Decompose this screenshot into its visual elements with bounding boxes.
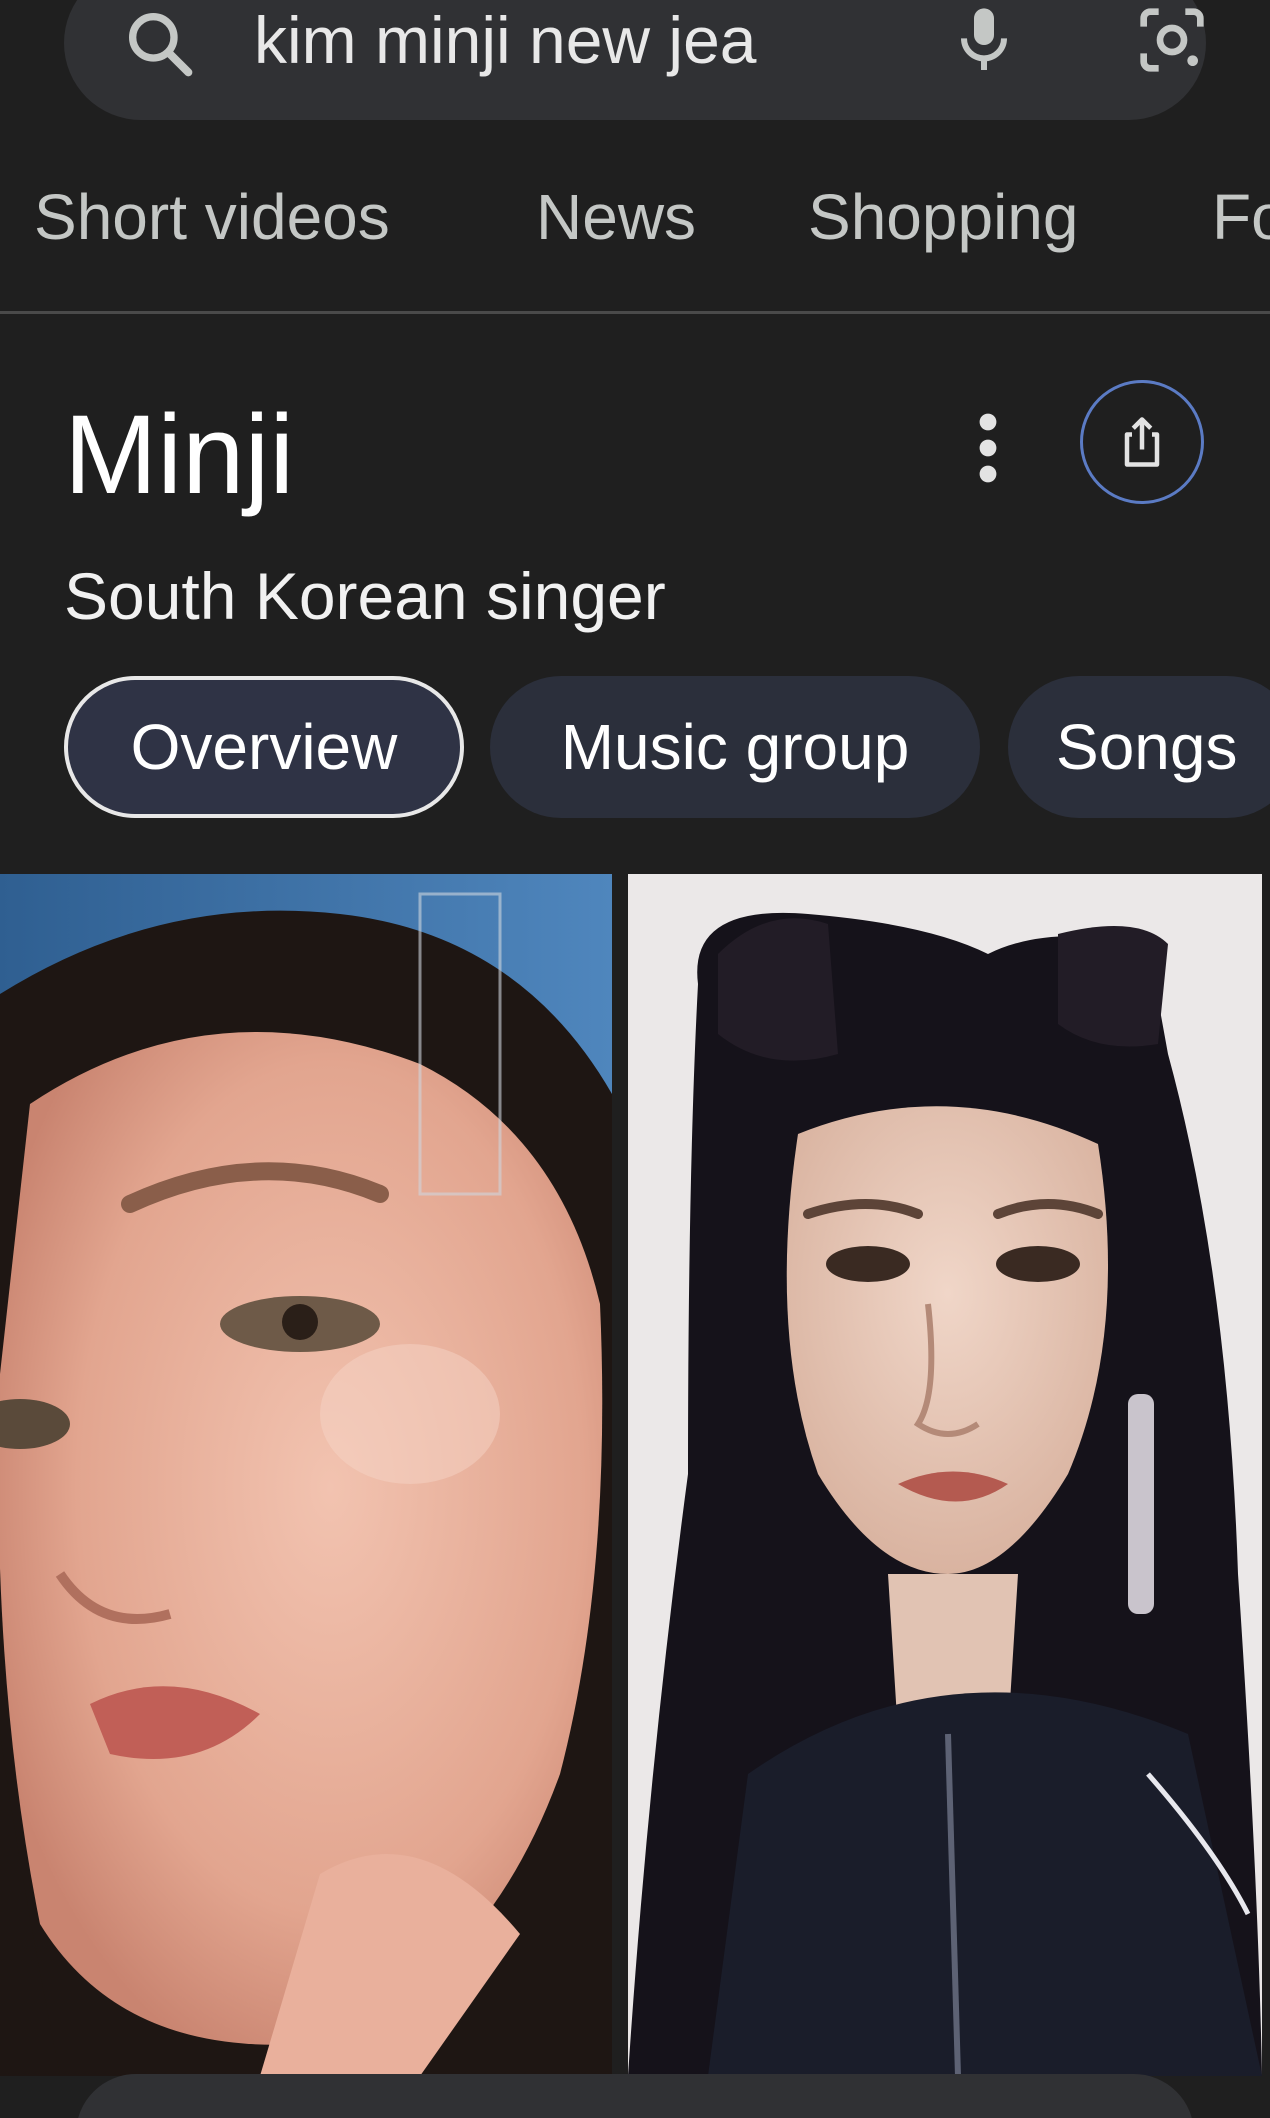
search-results-page: kim minji new jea Short videos News Shop…: [0, 0, 1270, 2118]
more-options-icon[interactable]: [968, 410, 1008, 486]
microphone-icon[interactable]: [944, 0, 1024, 80]
tab-more-truncated[interactable]: Fo: [1212, 172, 1270, 262]
search-icon[interactable]: [120, 4, 200, 84]
entity-chips: Overview Music group Songs: [0, 676, 1270, 818]
tab-shopping[interactable]: Shopping: [808, 172, 1078, 262]
query-fade: [764, 0, 884, 80]
image-result-2[interactable]: [628, 874, 1262, 2076]
google-lens-icon[interactable]: [1132, 0, 1212, 80]
bottom-sheet-peek: [76, 2074, 1194, 2118]
image-result-1[interactable]: [0, 874, 612, 2076]
search-bar[interactable]: kim minji new jea: [64, 0, 1206, 120]
chip-songs[interactable]: Songs: [1008, 676, 1270, 818]
tabs-divider: [0, 311, 1270, 314]
portrait-photo-2: [628, 874, 1262, 2076]
entity-subtitle: South Korean singer: [64, 559, 666, 633]
tab-short-videos[interactable]: Short videos: [34, 172, 390, 262]
share-button[interactable]: [1080, 380, 1204, 504]
portrait-photo-1: [0, 874, 612, 2076]
search-tabs: Short videos News Shopping Fo: [0, 172, 1270, 262]
chip-music-group[interactable]: Music group: [490, 676, 980, 818]
tab-news[interactable]: News: [536, 172, 696, 262]
entity-title: Minji: [64, 392, 295, 517]
share-icon: [1124, 417, 1160, 467]
chip-overview[interactable]: Overview: [64, 676, 464, 818]
